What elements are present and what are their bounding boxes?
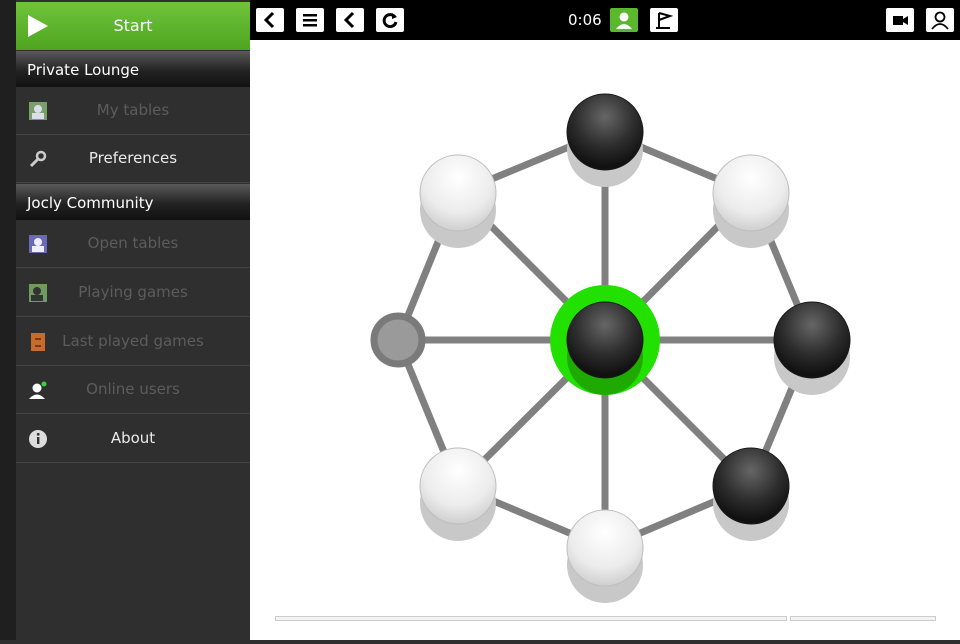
sidebar-item-online-users[interactable]: Online users [16, 366, 250, 414]
flag-icon [656, 12, 674, 29]
sidebar-item-open-tables[interactable]: Open tables [16, 220, 250, 268]
user-icon [931, 11, 949, 30]
piece-left[interactable] [370, 312, 426, 368]
progress-bar-left [275, 616, 787, 621]
piece-top-left[interactable] [419, 154, 497, 248]
user-button[interactable] [926, 8, 954, 32]
sidebar-item-label: Online users [86, 380, 180, 398]
restart-icon [382, 13, 398, 29]
piece-bottom-right[interactable] [712, 447, 790, 541]
sidebar-item-last-played[interactable]: Last played games [16, 318, 250, 366]
piece-top-right[interactable] [712, 154, 790, 248]
start-button[interactable]: Start [16, 2, 250, 50]
player-icon [616, 12, 632, 29]
sidebar-item-playing-games[interactable]: Playing games [16, 269, 250, 317]
menu-icon [303, 14, 317, 27]
progress-bar-right [790, 616, 936, 621]
game-board [250, 40, 960, 640]
sidebar-item-about[interactable]: About [16, 415, 250, 463]
sidebar-item-label: Preferences [88, 149, 178, 167]
sidebar-item-label: Open tables [87, 234, 179, 252]
restart-button[interactable] [376, 8, 404, 32]
back-icon [263, 11, 275, 29]
piece-center[interactable] [550, 285, 660, 395]
camera-icon [893, 16, 908, 25]
sidebar-item-label: My tables [96, 101, 170, 119]
section-private-lounge: Private Lounge [16, 51, 250, 87]
sidebar-item-label: About [110, 429, 156, 447]
resign-button[interactable] [650, 8, 678, 32]
back-button[interactable] [256, 8, 284, 32]
undo-button[interactable] [336, 8, 364, 32]
menu-button[interactable] [296, 8, 324, 32]
piece-bottom-left[interactable] [419, 447, 497, 541]
sidebar-item-label: Playing games [78, 283, 188, 301]
sidebar: Start Private Lounge My tables Preferenc… [0, 0, 250, 640]
sidebar-item-label: Last played games [62, 332, 204, 350]
start-label: Start [113, 16, 153, 35]
section-jocly-community: Jocly Community [16, 184, 250, 220]
camera-button[interactable] [886, 8, 914, 32]
sidebar-item-preferences[interactable]: Preferences [16, 135, 250, 183]
undo-icon [343, 11, 355, 29]
player-turn-button[interactable] [610, 8, 638, 32]
top-toolbar: 0:06 [250, 0, 960, 40]
piece-top[interactable] [566, 93, 644, 187]
sidebar-edge [0, 0, 16, 640]
sidebar-item-my-tables[interactable]: My tables [16, 87, 250, 135]
piece-right[interactable] [773, 301, 851, 395]
piece-bottom[interactable] [566, 509, 644, 603]
board-svg [370, 93, 851, 603]
game-timer: 0:06 [568, 11, 602, 29]
